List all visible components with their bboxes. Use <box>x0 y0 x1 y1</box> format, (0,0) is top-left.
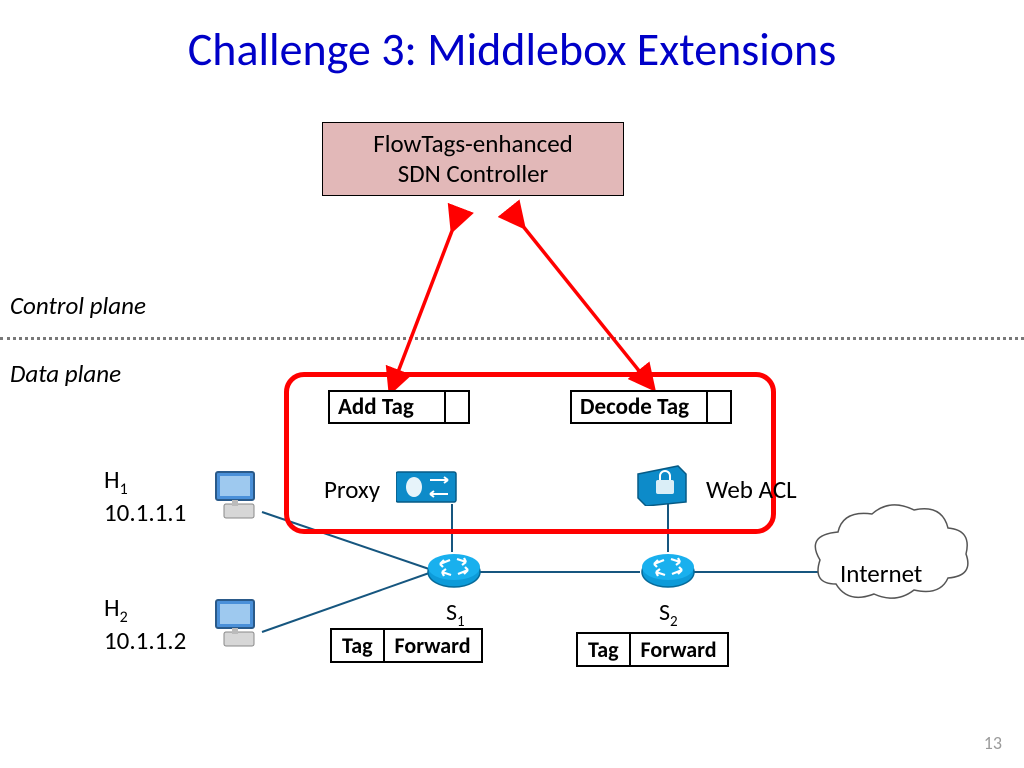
switch-2-label: S2 <box>659 598 678 631</box>
forward-table-1: Tag Forward <box>330 628 483 663</box>
proxy-icon <box>396 466 458 506</box>
web-acl-label: Web ACL <box>706 474 797 505</box>
forward-table-2: Tag Forward <box>576 632 729 667</box>
internet-label: Internet <box>840 558 922 589</box>
decode-tag-box: Decode Tag <box>570 390 732 424</box>
switch-1-label: S1 <box>446 598 465 631</box>
switch-icon <box>426 548 482 592</box>
add-tag-box: Add Tag <box>328 390 470 424</box>
computer-icon <box>210 596 266 652</box>
computer-icon <box>210 468 266 524</box>
firewall-icon <box>634 462 690 506</box>
switch-icon <box>640 548 696 592</box>
proxy-label: Proxy <box>324 474 380 505</box>
